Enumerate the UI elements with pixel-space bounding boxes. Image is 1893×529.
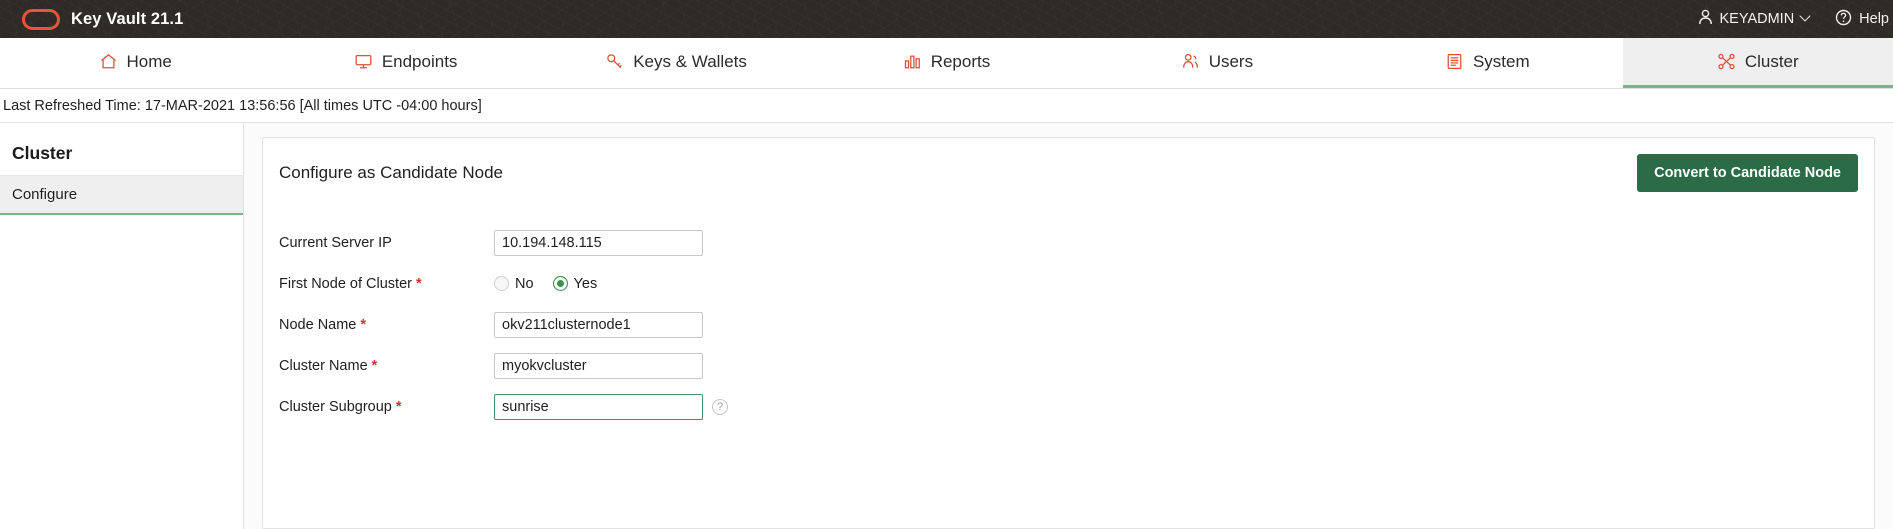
field-node-name	[494, 311, 703, 338]
person-icon	[1698, 9, 1713, 29]
convert-to-candidate-node-button[interactable]: Convert to Candidate Node	[1637, 154, 1858, 192]
label-cluster-name: Cluster Name *	[279, 358, 494, 374]
help-link[interactable]: Help	[1835, 9, 1889, 30]
label-cluster-subgroup: Cluster Subgroup *	[279, 399, 494, 415]
required-asterisk: *	[360, 316, 367, 333]
key-icon	[605, 52, 624, 71]
nav-tab-system[interactable]: System	[1352, 38, 1622, 88]
cluster-name-input[interactable]	[494, 352, 703, 379]
radio-option-yes[interactable]: Yes	[552, 275, 598, 292]
current-server-ip-input[interactable]	[494, 229, 703, 256]
oracle-key-vault-logo-icon	[22, 8, 60, 30]
label-node-name-text: Node Name	[279, 316, 357, 333]
field-cluster-name	[494, 352, 703, 379]
nav-tab-home[interactable]: Home	[0, 38, 270, 88]
label-cluster-name-text: Cluster Name	[279, 357, 368, 374]
field-cluster-subgroup: ?	[494, 393, 728, 420]
nav-tab-users-label: Users	[1208, 51, 1254, 71]
help-label: Help	[1859, 11, 1889, 27]
form-row-first-node-of-cluster: First Node of Cluster * No Yes	[279, 263, 1858, 304]
label-first-node-of-cluster: First Node of Cluster *	[279, 276, 494, 292]
nav-tab-reports-label: Reports	[930, 51, 991, 71]
user-name: KEYADMIN	[1719, 11, 1795, 27]
top-bar: Key Vault 21.1 KEYADMIN Help	[0, 0, 1893, 38]
sidebar: Cluster Configure	[0, 123, 244, 529]
question-circle-icon	[1835, 9, 1852, 30]
nav-tab-home-label: Home	[126, 51, 172, 71]
radio-option-no-label: No	[515, 275, 534, 292]
radio-option-no[interactable]: No	[494, 276, 534, 292]
required-asterisk: *	[371, 357, 378, 374]
field-first-node-of-cluster: No Yes	[494, 276, 597, 292]
bar-chart-icon	[903, 52, 922, 71]
form-row-cluster-name: Cluster Name *	[279, 345, 1858, 386]
node-name-input[interactable]	[494, 311, 703, 338]
monitor-icon	[354, 52, 373, 71]
users-icon	[1181, 52, 1200, 71]
nav-tab-cluster-label: Cluster	[1744, 51, 1799, 71]
topbar-right-actions: KEYADMIN Help	[1698, 9, 1893, 30]
last-refreshed-time: Last Refreshed Time: 17-MAR-2021 13:56:5…	[3, 97, 482, 114]
home-icon	[99, 52, 118, 71]
list-document-icon	[1445, 52, 1464, 71]
first-node-radio-group: No Yes	[494, 276, 597, 292]
product-title: Key Vault 21.1	[71, 9, 184, 28]
configure-candidate-node-panel: Configure as Candidate Node Convert to C…	[262, 137, 1875, 529]
nav-tab-reports[interactable]: Reports	[811, 38, 1081, 88]
form-row-current-server-ip: Current Server IP	[279, 222, 1858, 263]
label-first-node-of-cluster-text: First Node of Cluster	[279, 275, 412, 292]
nav-tab-endpoints[interactable]: Endpoints	[270, 38, 540, 88]
page-content: Cluster Configure Configure as Candidate…	[0, 122, 1893, 529]
label-current-server-ip: Current Server IP	[279, 235, 494, 251]
field-current-server-ip	[494, 229, 703, 256]
form-row-node-name: Node Name *	[279, 304, 1858, 345]
panel-header: Configure as Candidate Node Convert to C…	[279, 138, 1858, 206]
label-node-name: Node Name *	[279, 317, 494, 333]
label-current-server-ip-text: Current Server IP	[279, 234, 392, 251]
nav-tab-system-label: System	[1472, 51, 1530, 71]
required-asterisk: *	[395, 398, 402, 415]
nav-tab-users[interactable]: Users	[1082, 38, 1352, 88]
panel-title: Configure as Candidate Node	[279, 163, 503, 182]
label-cluster-subgroup-text: Cluster Subgroup	[279, 398, 392, 415]
form-row-cluster-subgroup: Cluster Subgroup * ?	[279, 386, 1858, 427]
main-area: Configure as Candidate Node Convert to C…	[244, 123, 1893, 529]
nav-tab-keys-wallets[interactable]: Keys & Wallets	[541, 38, 811, 88]
sidebar-title: Cluster	[12, 143, 73, 163]
sidebar-item-configure-label: Configure	[12, 186, 78, 203]
required-asterisk: *	[416, 275, 422, 292]
chevron-down-icon	[1799, 10, 1811, 22]
user-menu[interactable]: KEYADMIN	[1698, 9, 1811, 29]
sidebar-item-configure[interactable]: Configure	[0, 175, 243, 215]
nav-tab-cluster[interactable]: Cluster	[1622, 38, 1893, 88]
radio-no-icon[interactable]	[494, 276, 509, 291]
radio-yes-icon[interactable]	[552, 276, 568, 291]
nav-tab-endpoints-label: Endpoints	[381, 51, 458, 71]
brand[interactable]: Key Vault 21.1	[22, 8, 184, 30]
radio-option-yes-label: Yes	[573, 275, 598, 292]
main-navigation: Home Endpoints Keys & Wallets Reports Us…	[0, 38, 1893, 89]
topbar-texture	[0, 0, 1893, 38]
cluster-subgroup-input[interactable]	[494, 393, 703, 420]
question-mark-icon[interactable]: ?	[712, 398, 728, 415]
cluster-nodes-icon	[1717, 52, 1736, 71]
nav-tab-keys-wallets-label: Keys & Wallets	[633, 51, 747, 71]
configure-form: Current Server IP First Node of Cluster …	[279, 206, 1858, 427]
